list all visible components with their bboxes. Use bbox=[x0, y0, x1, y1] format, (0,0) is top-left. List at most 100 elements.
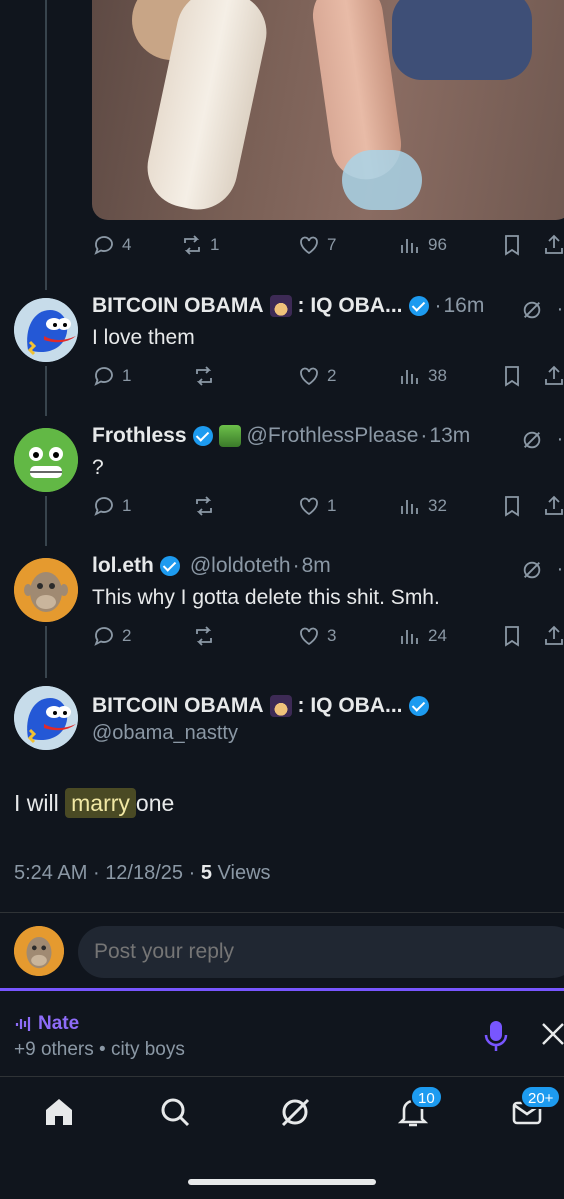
bookmark-button[interactable] bbox=[500, 233, 524, 257]
tweet-header: Frothless @FrothlessPlease · 13m bbox=[92, 424, 470, 448]
display-name[interactable]: lol.eth bbox=[92, 554, 154, 578]
bookmark-button[interactable] bbox=[500, 494, 524, 518]
reply-bar bbox=[0, 920, 564, 986]
tweet-header: BITCOIN OBAMA : IQ OBA... · 16m bbox=[92, 294, 484, 318]
avatar[interactable] bbox=[14, 428, 78, 492]
tweet-actions: 2 3 24 bbox=[92, 624, 564, 648]
bookmark-icon bbox=[505, 235, 519, 256]
views-button[interactable]: 96 bbox=[398, 233, 447, 257]
views-icon bbox=[401, 500, 418, 514]
reply-button[interactable]: 4 bbox=[92, 233, 131, 257]
comment-icon bbox=[94, 627, 113, 646]
handle[interactable]: @loldoteth bbox=[190, 554, 291, 578]
share-icon bbox=[545, 625, 563, 645]
reply-button[interactable]: 1 bbox=[92, 364, 131, 388]
handle[interactable]: @obama_nastty bbox=[92, 722, 238, 745]
focused-tweet-text: I will marry one bbox=[14, 788, 175, 818]
post-media-image[interactable] bbox=[92, 0, 564, 220]
repost-button[interactable]: 1 bbox=[180, 233, 219, 257]
share-button[interactable] bbox=[542, 364, 564, 388]
space-host: Nate bbox=[14, 1013, 79, 1035]
highlighted-word: marry bbox=[65, 788, 136, 818]
heart-icon bbox=[300, 627, 318, 646]
share-button[interactable] bbox=[542, 233, 564, 257]
avatar[interactable] bbox=[14, 686, 78, 750]
timestamp[interactable]: 8m bbox=[302, 554, 331, 578]
bookmark-button[interactable] bbox=[500, 624, 524, 648]
like-button[interactable]: 7 bbox=[297, 233, 336, 257]
reply-button[interactable]: 1 bbox=[92, 494, 131, 518]
divider bbox=[0, 912, 564, 913]
my-avatar bbox=[14, 926, 64, 976]
thread-line bbox=[45, 0, 47, 290]
like-button[interactable]: 3 bbox=[297, 624, 336, 648]
display-name[interactable]: Frothless bbox=[92, 424, 187, 448]
reply-input[interactable] bbox=[78, 926, 564, 978]
home-indicator bbox=[188, 1179, 376, 1185]
share-icon bbox=[545, 495, 563, 515]
messages-badge: 20+ bbox=[520, 1085, 562, 1109]
share-icon bbox=[545, 365, 563, 385]
tweet-menu: ·· bbox=[521, 298, 564, 321]
timestamp[interactable]: 16m bbox=[444, 294, 485, 318]
close-icon[interactable] bbox=[540, 1021, 564, 1047]
tweet-text: ? bbox=[92, 456, 104, 479]
views-icon bbox=[401, 370, 418, 384]
reply-button[interactable]: 2 bbox=[92, 624, 131, 648]
separator: · bbox=[292, 554, 300, 577]
timestamp[interactable]: 13m bbox=[429, 424, 470, 448]
display-name-suffix: : IQ OBA... bbox=[297, 294, 403, 317]
tab-notifications[interactable]: 10 bbox=[396, 1085, 443, 1135]
more-icon[interactable]: ·· bbox=[557, 298, 564, 321]
audio-wave-icon bbox=[15, 1017, 31, 1031]
repost-button[interactable] bbox=[192, 494, 216, 518]
repost-button[interactable] bbox=[192, 364, 216, 388]
reply-tweet[interactable]: Frothless @FrothlessPlease · 13m ·· ? 1 … bbox=[0, 420, 564, 550]
post-timestamp: 5:24 AM · 12/18/25 · 5 Views bbox=[14, 862, 271, 884]
display-name[interactable]: BITCOIN OBAMA bbox=[92, 294, 264, 318]
tweet-header: lol.eth @loldoteth · 8m bbox=[92, 554, 331, 578]
spaces-bar[interactable]: Nate +9 others • city boys bbox=[0, 988, 564, 1076]
separator: · bbox=[420, 424, 428, 447]
share-button[interactable] bbox=[542, 624, 564, 648]
comment-icon bbox=[94, 367, 113, 386]
views-button[interactable]: 24 bbox=[398, 624, 447, 648]
tab-home[interactable] bbox=[42, 1095, 82, 1135]
share-icon bbox=[545, 234, 563, 254]
handle[interactable]: @FrothlessPlease bbox=[247, 424, 419, 448]
views-button[interactable]: 38 bbox=[398, 364, 447, 388]
grok-icon[interactable] bbox=[521, 429, 543, 451]
tweet-actions: 1 2 38 bbox=[92, 364, 564, 388]
comment-icon bbox=[94, 497, 113, 516]
more-icon[interactable]: ·· bbox=[557, 558, 564, 581]
repost-button[interactable] bbox=[192, 624, 216, 648]
tweet-text: This why I gotta delete this shit. Smh. bbox=[92, 586, 440, 609]
bookmark-button[interactable] bbox=[500, 364, 524, 388]
reply-tweet[interactable]: BITCOIN OBAMA : IQ OBA... · 16m ·· I lov… bbox=[0, 290, 564, 420]
like-button[interactable]: 2 bbox=[297, 364, 336, 388]
witch-emoji-icon bbox=[269, 295, 292, 317]
tweet-actions: 1 1 32 bbox=[92, 494, 564, 518]
witch-emoji-icon bbox=[269, 695, 292, 717]
display-name[interactable]: BITCOIN OBAMA bbox=[92, 694, 264, 718]
views-button[interactable]: 32 bbox=[398, 494, 447, 518]
space-subtitle: +9 others • city boys bbox=[14, 1039, 185, 1060]
mic-icon[interactable] bbox=[482, 1019, 510, 1053]
bookmark-icon bbox=[505, 496, 519, 517]
repost-icon bbox=[196, 366, 212, 386]
grok-icon[interactable] bbox=[521, 299, 543, 321]
tab-messages[interactable]: 20+ bbox=[510, 1085, 562, 1135]
grok-icon[interactable] bbox=[521, 559, 543, 581]
share-button[interactable] bbox=[542, 494, 564, 518]
more-icon[interactable]: ·· bbox=[557, 428, 564, 451]
tab-grok[interactable] bbox=[278, 1095, 318, 1135]
avatar[interactable] bbox=[14, 558, 78, 622]
display-name-suffix: : IQ OBA... bbox=[297, 694, 403, 717]
avatar[interactable] bbox=[14, 298, 78, 362]
like-button[interactable]: 1 bbox=[297, 494, 336, 518]
tab-search[interactable] bbox=[158, 1095, 198, 1135]
verified-badge-icon bbox=[408, 296, 429, 316]
heart-icon bbox=[300, 497, 318, 516]
bookmark-icon bbox=[505, 626, 519, 647]
reply-tweet[interactable]: lol.eth @loldoteth · 8m ·· This why I go… bbox=[0, 550, 564, 680]
